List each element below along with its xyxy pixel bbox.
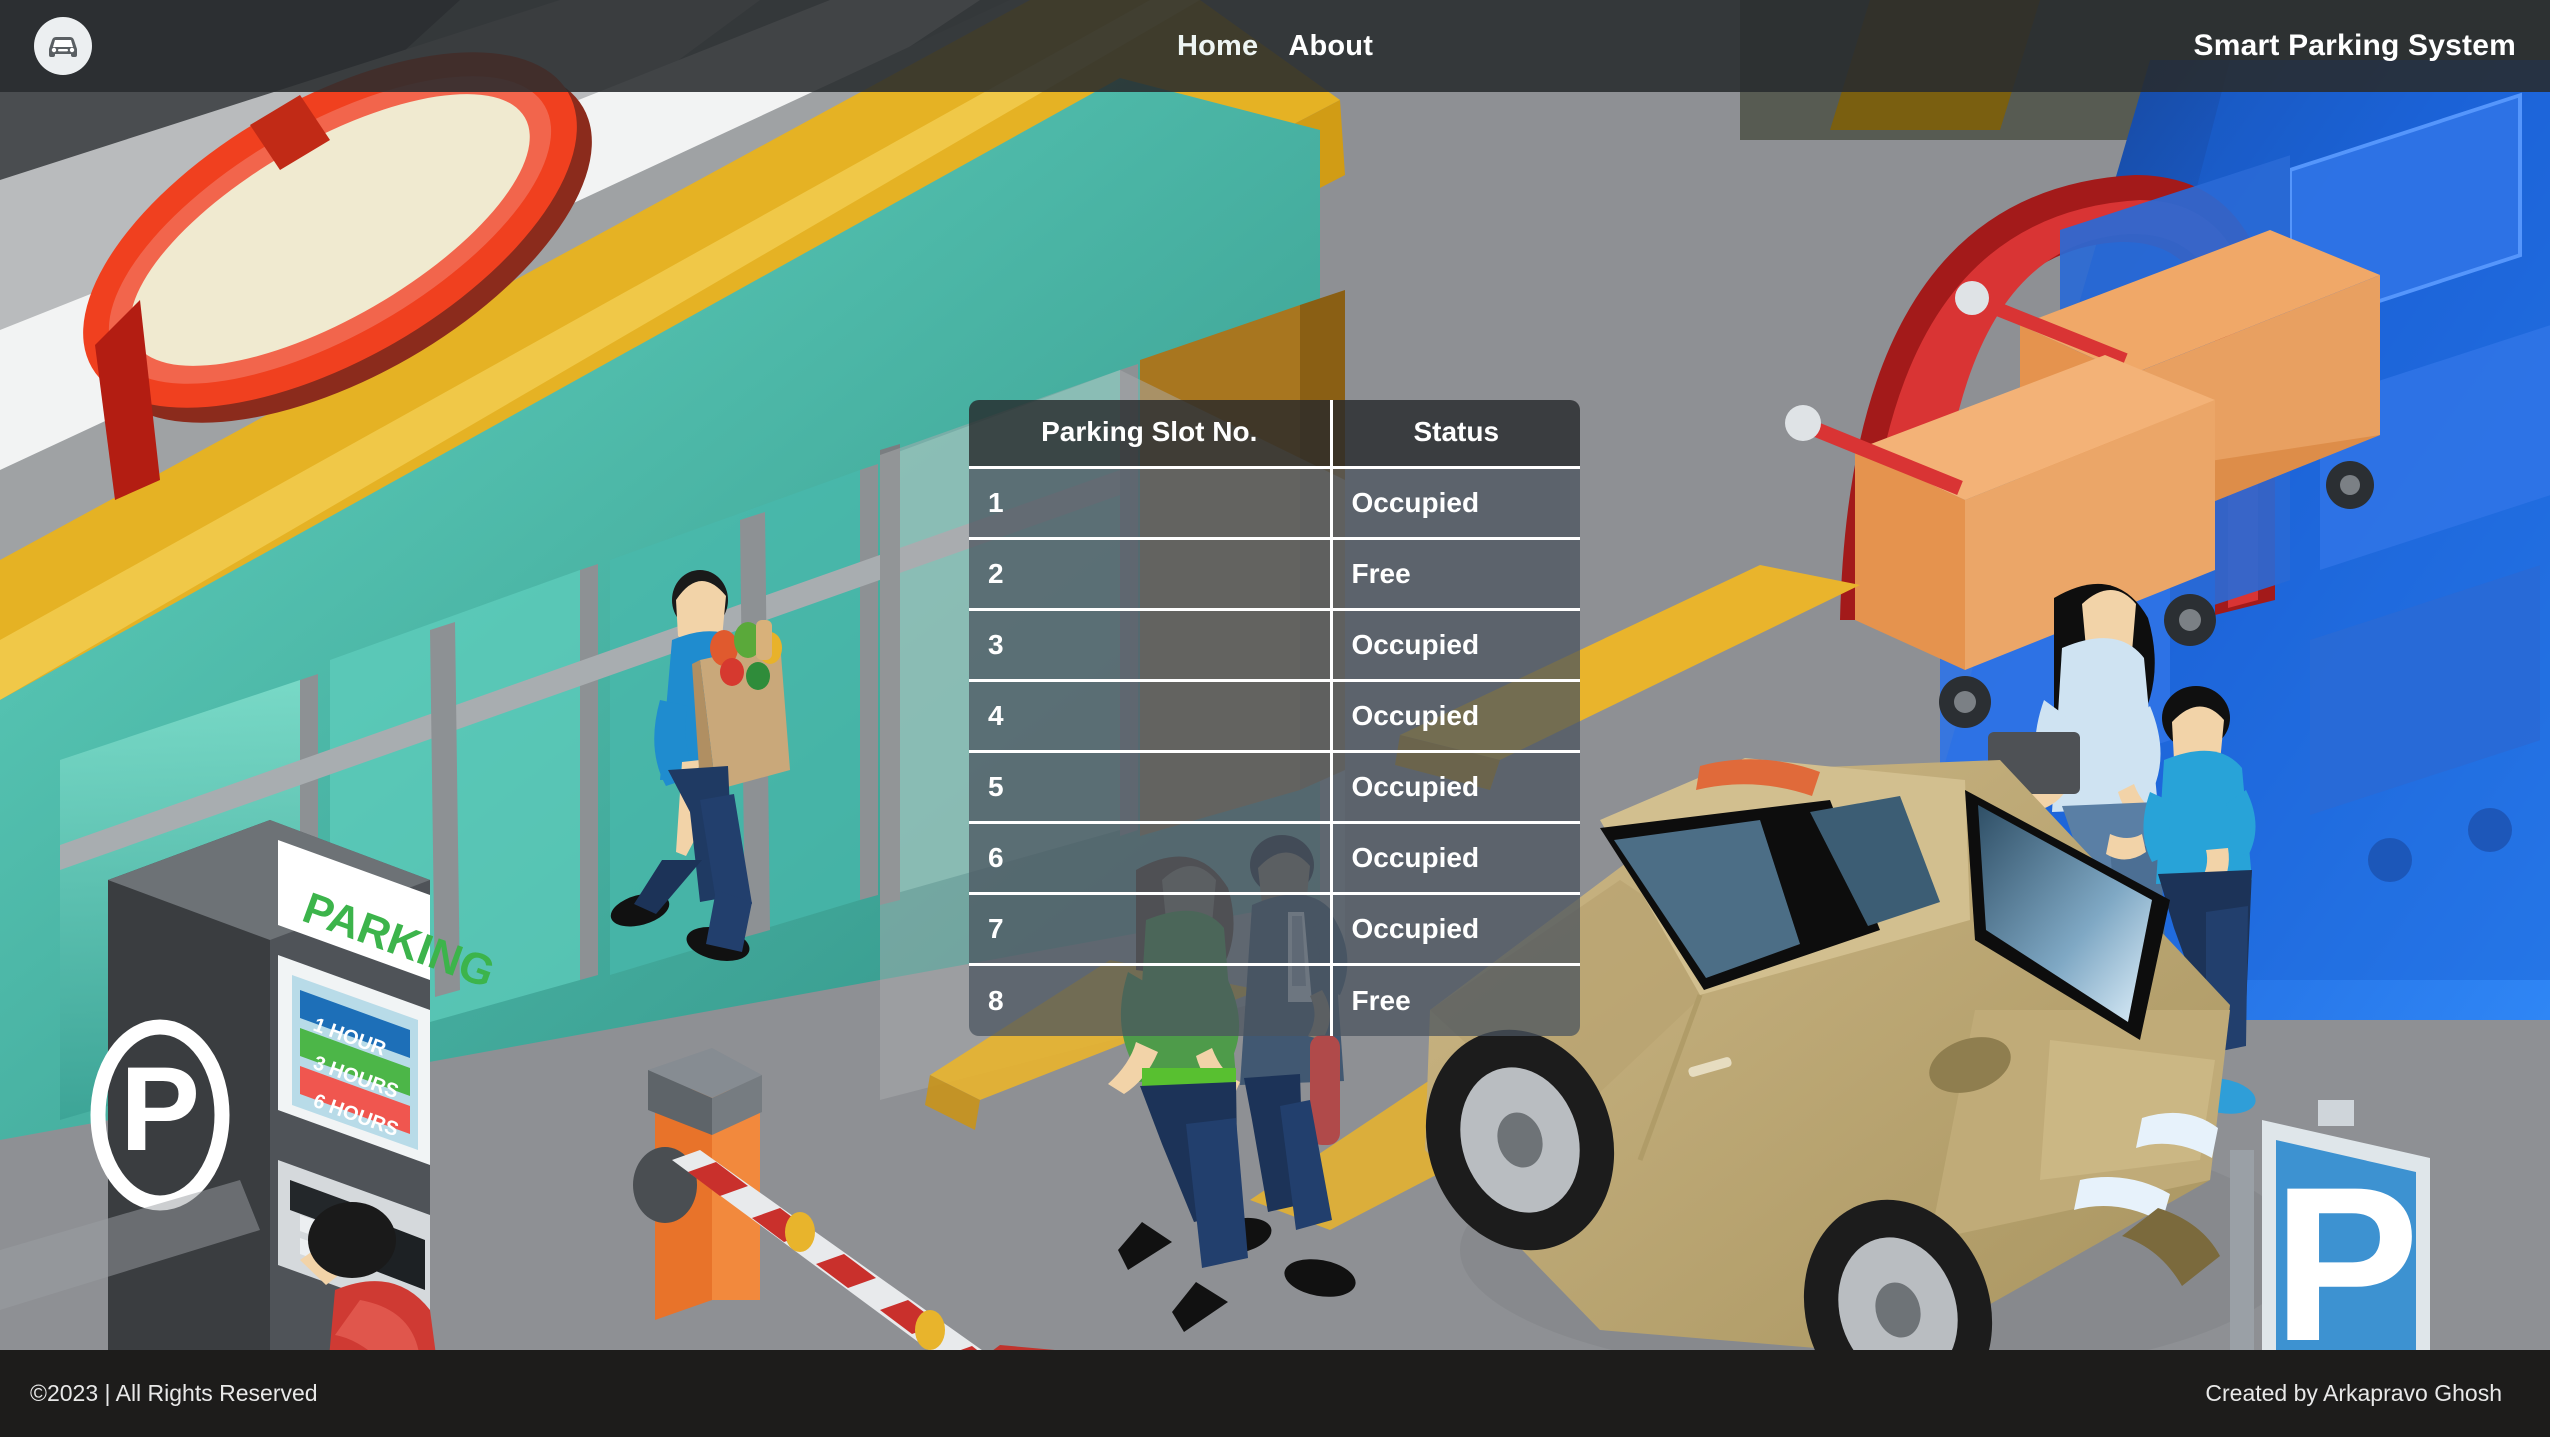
cell-slot-status: Free bbox=[1331, 964, 1580, 1036]
cell-slot-number: 6 bbox=[969, 822, 1333, 895]
nav-link-home[interactable]: Home bbox=[1177, 30, 1258, 63]
table-row[interactable]: 2 Free bbox=[969, 538, 1580, 611]
table-row[interactable]: 5 Occupied bbox=[969, 751, 1580, 824]
footer-credit: Created by Arkapravo Ghosh bbox=[2205, 1380, 2502, 1406]
footer-copyright: ©2023 | All Rights Reserved bbox=[30, 1380, 318, 1406]
nav-link-about[interactable]: About bbox=[1288, 30, 1373, 63]
page-root: P PARKING 1 HOUR 3 HOURS 6 HOURS P Home … bbox=[0, 0, 2550, 1437]
table-row[interactable]: 4 Occupied bbox=[969, 680, 1580, 753]
cell-slot-status: Occupied bbox=[1331, 467, 1580, 540]
cell-slot-number: 7 bbox=[969, 893, 1333, 966]
footer: ©2023 | All Rights Reserved Created by A… bbox=[0, 1350, 2550, 1437]
table-row[interactable]: 1 Occupied bbox=[969, 467, 1580, 540]
cell-slot-number: 2 bbox=[969, 538, 1333, 611]
svg-text:P: P bbox=[120, 1042, 200, 1176]
nav-links: Home About bbox=[1177, 30, 1373, 63]
cell-slot-status: Occupied bbox=[1331, 893, 1580, 966]
cell-slot-status: Free bbox=[1331, 538, 1580, 611]
table-body: 1 Occupied 2 Free 3 Occupied 4 Occupied … bbox=[969, 467, 1580, 1036]
cell-slot-status: Occupied bbox=[1331, 680, 1580, 753]
column-header-status: Status bbox=[1331, 400, 1580, 469]
parking-slot-table-container: Parking Slot No. Status 1 Occupied 2 Fre… bbox=[969, 400, 1580, 1036]
car-front-icon[interactable] bbox=[34, 17, 92, 75]
cell-slot-number: 8 bbox=[969, 964, 1333, 1036]
cell-slot-number: 3 bbox=[969, 609, 1333, 682]
cell-slot-status: Occupied bbox=[1331, 609, 1580, 682]
cell-slot-status: Occupied bbox=[1331, 751, 1580, 824]
table-row[interactable]: 3 Occupied bbox=[969, 609, 1580, 682]
cell-slot-number: 4 bbox=[969, 680, 1333, 753]
table-header-row: Parking Slot No. Status bbox=[969, 400, 1580, 469]
table-row[interactable]: 6 Occupied bbox=[969, 822, 1580, 895]
parking-slot-table: Parking Slot No. Status 1 Occupied 2 Fre… bbox=[969, 400, 1580, 1036]
navbar: Home About Smart Parking System bbox=[0, 0, 2550, 92]
cell-slot-number: 5 bbox=[969, 751, 1333, 824]
column-header-slot: Parking Slot No. bbox=[969, 400, 1333, 469]
brand-title: Smart Parking System bbox=[2193, 29, 2516, 62]
table-row[interactable]: 8 Free bbox=[969, 964, 1580, 1036]
cell-slot-number: 1 bbox=[969, 467, 1333, 540]
table-row[interactable]: 7 Occupied bbox=[969, 893, 1580, 966]
cell-slot-status: Occupied bbox=[1331, 822, 1580, 895]
table-header: Parking Slot No. Status bbox=[969, 400, 1580, 469]
